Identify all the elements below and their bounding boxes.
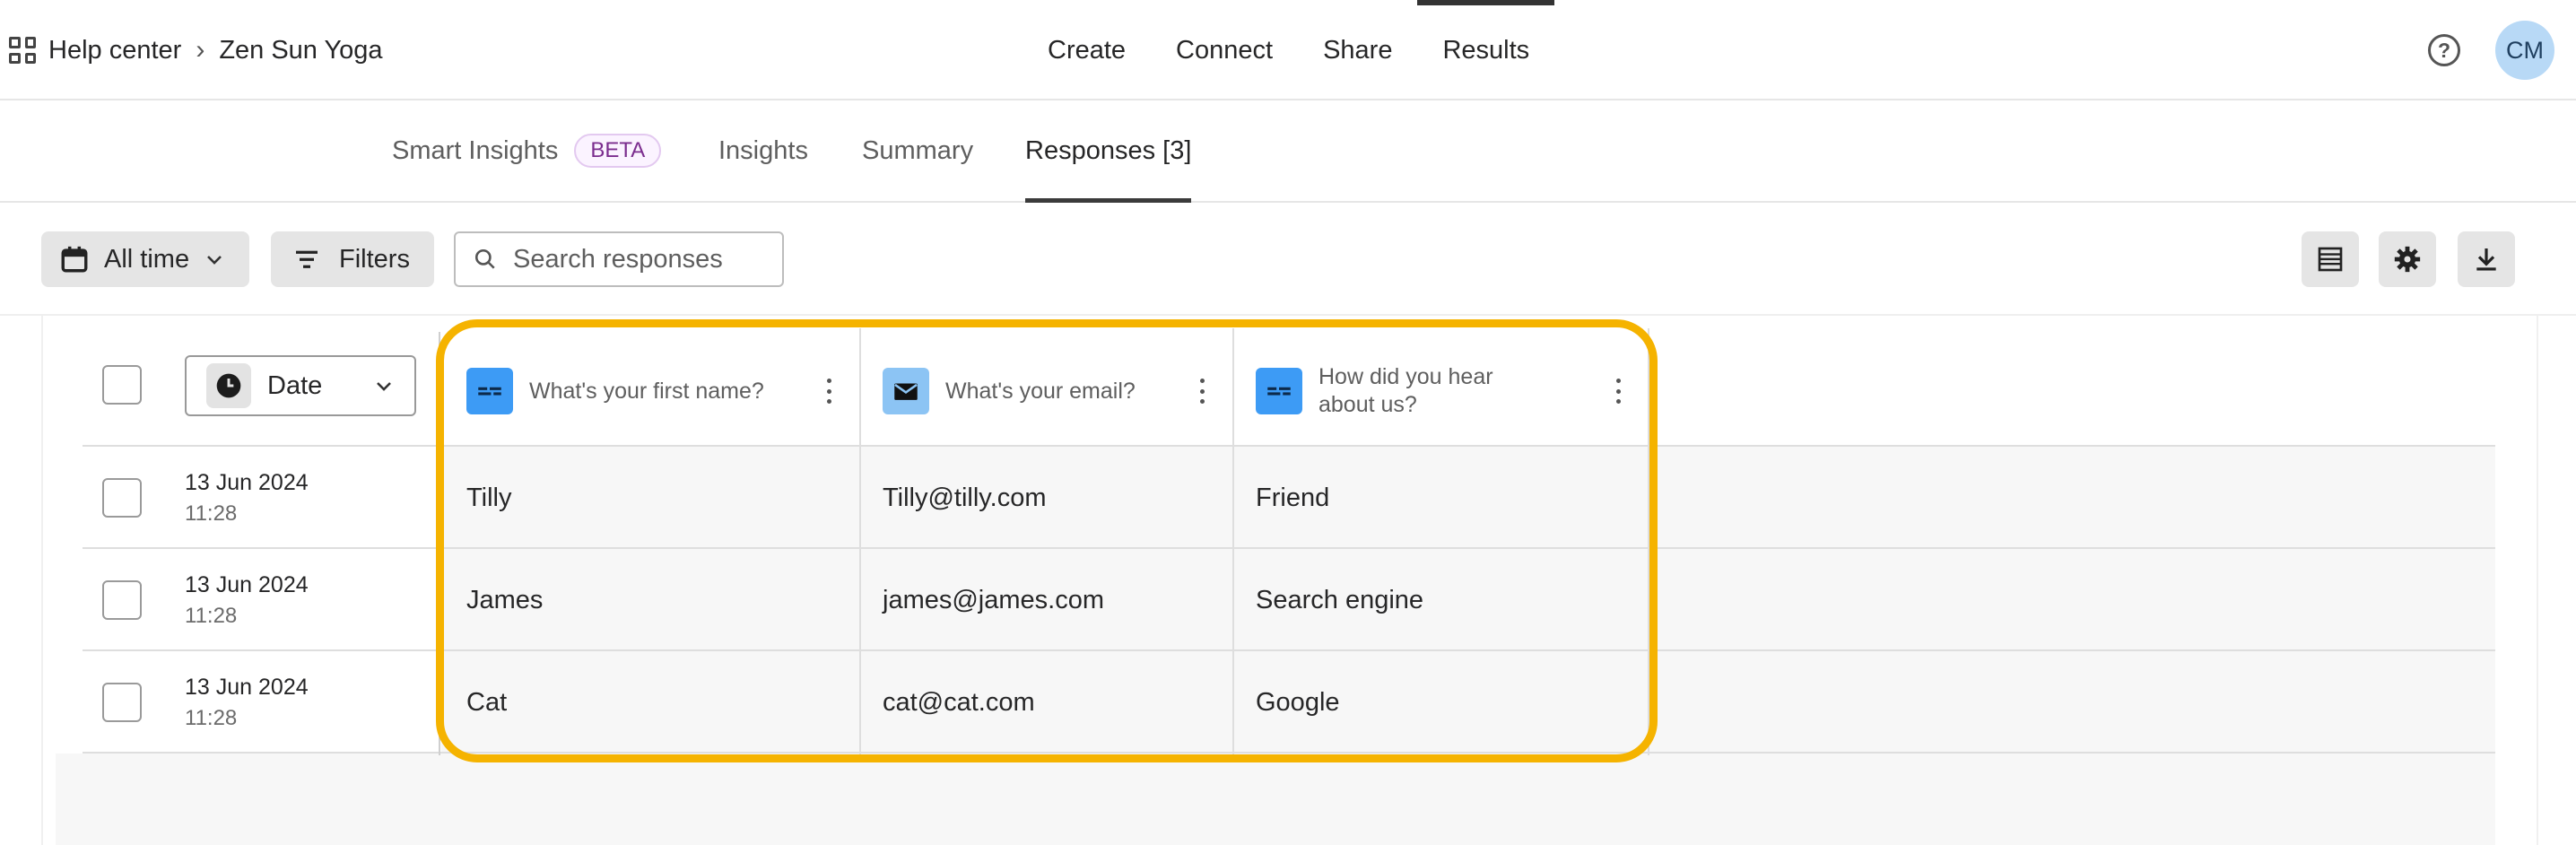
tab-smart-insights-label: Smart Insights <box>392 135 559 165</box>
tab-share[interactable]: Share <box>1298 0 1417 100</box>
column-divider <box>1648 328 1649 755</box>
row-time: 11:28 <box>185 501 238 526</box>
row-time: 11:28 <box>185 706 238 730</box>
column-divider <box>1232 328 1234 755</box>
row-date: 13 Jun 2024 <box>185 470 309 495</box>
cell-referral[interactable]: Friend <box>1256 483 1329 513</box>
cell-referral[interactable]: Google <box>1256 688 1340 718</box>
download-icon <box>2476 248 2496 271</box>
row-checkbox[interactable] <box>102 580 142 620</box>
row-checkbox[interactable] <box>102 683 142 722</box>
sort-column-select[interactable]: Date <box>185 355 416 416</box>
column-menu-icon[interactable] <box>818 375 840 407</box>
row-date: 13 Jun 2024 <box>185 572 309 597</box>
gear-icon <box>2394 246 2421 273</box>
time-filter-dropdown[interactable]: All time <box>41 231 249 287</box>
search-placeholder: Search responses <box>513 244 723 274</box>
row-time: 11:28 <box>185 604 238 628</box>
beta-badge: BETA <box>574 134 662 168</box>
time-filter-label: All time <box>104 244 190 274</box>
column-menu-icon[interactable] <box>1191 375 1213 407</box>
tab-insights[interactable]: Insights <box>718 100 808 201</box>
breadcrumb: Help center › Zen Sun Yoga <box>9 32 383 68</box>
column-divider <box>439 332 440 755</box>
filters-button[interactable]: Filters <box>271 231 434 287</box>
settings-button[interactable] <box>2379 231 2436 287</box>
column-header-referral[interactable]: How did you hear about us? <box>1256 357 1579 425</box>
email-icon <box>883 368 929 414</box>
cell-email[interactable]: james@james.com <box>883 586 1104 615</box>
column-menu-icon[interactable] <box>1607 375 1629 407</box>
tab-smart-insights[interactable]: Smart Insights BETA <box>392 100 662 201</box>
table-rows-icon <box>2318 247 2343 272</box>
search-icon <box>474 248 495 269</box>
cell-first-name[interactable]: Cat <box>466 688 507 718</box>
workspace-grid-icon[interactable] <box>9 37 36 64</box>
column-label: How did you hear about us? <box>1318 364 1493 417</box>
column-divider <box>859 328 861 755</box>
select-all-checkbox[interactable] <box>102 365 142 405</box>
chevron-down-icon <box>377 382 391 391</box>
search-input[interactable]: Search responses <box>454 231 784 287</box>
column-header-email[interactable]: What's your email? <box>883 357 1197 425</box>
top-bar: Help center › Zen Sun Yoga Create Connec… <box>0 0 2576 100</box>
tab-summary[interactable]: Summary <box>862 100 973 201</box>
chevron-down-icon <box>207 256 222 265</box>
column-header-first-name[interactable]: What's your first name? <box>466 357 825 425</box>
cell-first-name[interactable]: James <box>466 586 543 615</box>
cell-first-name[interactable]: Tilly <box>466 483 511 513</box>
cell-email[interactable]: cat@cat.com <box>883 688 1035 718</box>
filters-label: Filters <box>339 244 410 274</box>
calendar-icon <box>61 246 88 273</box>
column-label: What's your email? <box>945 378 1136 404</box>
responses-toolbar: All time Filters Search responses <box>0 203 2576 316</box>
clock-icon <box>206 363 251 408</box>
download-button[interactable] <box>2458 231 2515 287</box>
help-icon[interactable]: ? <box>2428 34 2460 66</box>
row-date: 13 Jun 2024 <box>185 675 309 700</box>
main-tabs: Create Connect Share Results <box>1023 0 1554 100</box>
cell-referral[interactable]: Search engine <box>1256 586 1423 615</box>
breadcrumb-help-center[interactable]: Help center <box>48 36 181 65</box>
tab-create[interactable]: Create <box>1023 0 1151 100</box>
tab-results[interactable]: Results <box>1417 0 1554 100</box>
short-text-icon <box>466 368 513 414</box>
table-view-button[interactable] <box>2302 231 2359 287</box>
tab-connect[interactable]: Connect <box>1151 0 1298 100</box>
row-checkbox[interactable] <box>102 478 142 518</box>
table-empty-area <box>56 754 2495 845</box>
avatar[interactable]: CM <box>2495 21 2554 80</box>
tab-responses[interactable]: Responses [3] <box>1025 100 1192 203</box>
sort-column-label: Date <box>267 370 323 400</box>
chevron-right-icon: › <box>196 35 205 65</box>
breadcrumb-form-name[interactable]: Zen Sun Yoga <box>219 36 382 65</box>
short-text-icon <box>1256 368 1302 414</box>
cell-email[interactable]: Tilly@tilly.com <box>883 483 1046 513</box>
filter-icon <box>296 250 318 268</box>
results-sub-tabs: Smart Insights BETA Insights Summary Res… <box>0 100 2576 203</box>
column-label: What's your first name? <box>529 378 764 404</box>
